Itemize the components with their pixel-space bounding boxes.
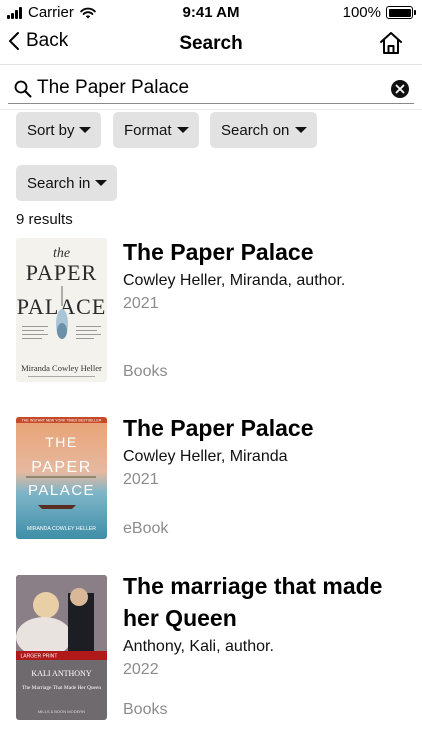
format-label: Format [124,121,172,139]
svg-text:Miranda Cowley Heller: Miranda Cowley Heller [21,363,102,373]
svg-text:LARGER PRINT: LARGER PRINT [21,654,58,660]
result-author: Anthony, Kali, author. [123,638,274,655]
svg-text:PAPER: PAPER [26,260,97,285]
svg-text:PAPER: PAPER [31,459,92,476]
home-icon[interactable] [378,30,404,56]
close-icon [395,84,405,94]
svg-text:the: the [53,246,70,261]
result-format: eBook [123,520,169,537]
nav-divider [0,64,422,65]
search-box [8,72,414,104]
search-in-label: Search in [27,174,91,192]
svg-text:MILLS & BOON MODERN: MILLS & BOON MODERN [38,709,85,714]
format-dropdown[interactable]: Format [113,112,199,148]
result-item[interactable]: the PAPER PALACE Miranda Cowley Heller T… [0,238,422,382]
result-count: 9 results [16,211,73,228]
result-title: The Paper Palace [123,239,314,265]
clear-search-button[interactable] [391,80,409,98]
battery-icon [386,6,416,19]
caret-down-icon [79,127,91,133]
result-year: 2021 [123,471,159,488]
status-bar: Carrier 9:41 AM 100% [0,0,422,24]
book-cover: THE INSTANT NEW YORK TIMES BESTSELLER TH… [16,417,107,539]
svg-text:MIRANDA COWLEY HELLER: MIRANDA COWLEY HELLER [27,526,96,532]
result-item[interactable]: THE INSTANT NEW YORK TIMES BESTSELLER TH… [0,415,422,539]
page-title: Search [179,33,243,54]
search-on-dropdown[interactable]: Search on [210,112,317,148]
battery-percent: 100% [342,4,381,21]
result-item[interactable]: LARGER PRINT KALI ANTHONY The Marriage T… [0,573,422,720]
status-right: 100% [342,4,416,21]
book-cover: LARGER PRINT KALI ANTHONY The Marriage T… [16,575,107,720]
search-input[interactable] [37,75,377,101]
sort-by-dropdown[interactable]: Sort by [16,112,101,148]
result-year: 2021 [123,295,159,312]
result-author: Cowley Heller, Miranda, author. [123,272,346,289]
search-in-dropdown[interactable]: Search in [16,165,117,201]
result-format: Books [123,363,168,380]
search-on-label: Search on [221,121,290,139]
search-divider [0,109,422,110]
svg-text:The Marriage That Made Her Que: The Marriage That Made Her Queen [22,685,101,691]
cover-art: the PAPER PALACE Miranda Cowley Heller [16,238,107,382]
sort-by-label: Sort by [27,121,75,139]
cover-art: THE INSTANT NEW YORK TIMES BESTSELLER TH… [16,417,107,539]
nav-bar: Back Search [0,24,422,64]
result-title: The marriage that made her Queen [123,573,383,631]
svg-text:PALACE: PALACE [28,482,95,499]
caret-down-icon [177,127,189,133]
svg-text:KALI ANTHONY: KALI ANTHONY [31,669,91,678]
book-cover: the PAPER PALACE Miranda Cowley Heller [16,238,107,382]
result-title: The Paper Palace [123,415,314,441]
svg-text:THE INSTANT NEW YORK TIMES BES: THE INSTANT NEW YORK TIMES BESTSELLER [22,419,102,423]
caret-down-icon [295,127,307,133]
search-icon [14,80,32,98]
caret-down-icon [95,180,107,186]
result-year: 2022 [123,661,159,678]
cover-art: LARGER PRINT KALI ANTHONY The Marriage T… [16,575,107,720]
result-format: Books [123,701,168,718]
svg-text:THE: THE [45,434,78,450]
result-author: Cowley Heller, Miranda [123,448,288,465]
